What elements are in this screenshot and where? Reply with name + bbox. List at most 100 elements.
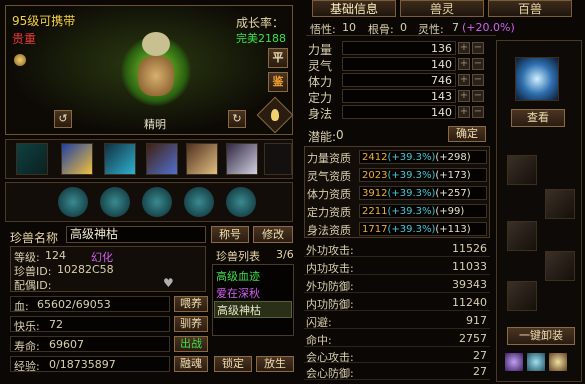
aptitude-pct: (+39.3%) — [387, 224, 436, 235]
aptitude-label: 体力资质 — [307, 188, 351, 201]
lock-button[interactable]: 锁定 — [214, 356, 252, 372]
tab-hundred-beasts[interactable]: 百兽 — [488, 0, 572, 17]
aptitude-pct: (+39.3%) — [387, 188, 436, 199]
pet-list-item-selected[interactable]: 高级神枯 — [214, 301, 292, 318]
aptitude-value-box: 1717(+39.3%)(+113) — [359, 222, 487, 236]
stat-minus-button[interactable]: − — [472, 58, 484, 70]
equipment-panel: 查看 一键卸装 — [496, 40, 582, 382]
rune-slot[interactable] — [58, 187, 88, 217]
aptitude-add: (+173) — [435, 170, 471, 181]
happy-bar: 快乐: 72 — [10, 316, 170, 333]
soul-fuse-button[interactable]: 融魂 — [174, 356, 208, 372]
potential-value: 0 — [336, 128, 344, 142]
stat-minus-button[interactable]: − — [472, 42, 484, 54]
wuxing-value: 10 — [342, 21, 356, 34]
stat-value: 140 — [342, 57, 456, 71]
pet-list-title: 珍兽列表 — [216, 250, 260, 263]
lingxing-label: 灵性: — [418, 23, 444, 36]
combat-value: 27 — [473, 365, 487, 378]
battle-button[interactable]: 出战 — [174, 336, 208, 352]
stat-value: 143 — [342, 89, 456, 103]
skill-slot[interactable] — [61, 143, 93, 175]
stat-plus-button[interactable]: + — [458, 106, 470, 118]
unequip-all-button[interactable]: 一键卸装 — [507, 327, 575, 345]
pet-list-item[interactable]: 高级血迹 — [216, 268, 260, 284]
equip-slot[interactable] — [545, 251, 575, 281]
stats-panel: 力量 136 + − 灵气 140 + − 体力 746 + − 定力 143 … — [306, 40, 492, 122]
equip-slot[interactable] — [545, 189, 575, 219]
pet-list-item[interactable]: 爱在深秋 — [216, 285, 260, 301]
tab-beast-spirit[interactable]: 兽灵 — [400, 0, 484, 17]
stat-minus-button[interactable]: − — [472, 90, 484, 102]
aptitude-base: 1717 — [362, 224, 388, 235]
rune-icon — [527, 353, 545, 371]
stat-value: 140 — [342, 105, 456, 119]
tab-basic-info[interactable]: 基础信息 — [312, 0, 396, 17]
rune-slot[interactable] — [184, 187, 214, 217]
pet-info-box: 等级: 124 幻化 珍兽ID: 10282C58 配偶ID: ♥ — [10, 246, 206, 292]
rune-row — [5, 182, 293, 222]
combat-row: 内功攻击: 11033 — [304, 258, 490, 275]
stat-minus-button[interactable]: − — [472, 74, 484, 86]
title-button[interactable]: 称号 — [211, 226, 249, 243]
aptitude-base: 2211 — [362, 206, 388, 217]
aptitude-label: 力量资质 — [307, 152, 351, 165]
hp-label: 血: — [14, 300, 29, 313]
skill-slot[interactable] — [104, 143, 136, 175]
combat-row: 会心防御: 27 — [304, 364, 490, 380]
view-button[interactable]: 查看 — [511, 109, 565, 127]
combat-value: 11033 — [452, 260, 487, 273]
skill-slot[interactable] — [186, 143, 218, 175]
equip-slot[interactable] — [507, 155, 537, 185]
aptitude-pct: (+39.3%) — [387, 170, 436, 181]
combat-row: 内功防御: 11240 — [304, 294, 490, 311]
aptitude-pct: (+39.3%) — [387, 206, 436, 217]
pet-name-input[interactable]: 高级神枯 — [66, 226, 206, 243]
level-value: 124 — [45, 249, 66, 262]
combat-label: 内功攻击: — [306, 262, 354, 275]
pet-list-count: 3/6 — [276, 248, 294, 261]
ping-button[interactable]: 平 — [268, 48, 288, 68]
stat-plus-button[interactable]: + — [458, 90, 470, 102]
skill-row — [5, 139, 293, 179]
combat-label: 内功防御: — [306, 298, 354, 311]
equip-slot[interactable] — [507, 281, 537, 311]
equip-slot[interactable] — [507, 221, 537, 251]
aptitude-base: 3912 — [362, 188, 388, 199]
skill-slot[interactable] — [146, 143, 178, 175]
life-value: 69607 — [49, 338, 84, 351]
combat-label: 闪避: — [306, 316, 332, 329]
combat-row: 闪避: 917 — [304, 312, 490, 329]
pet-id-value: 10282C58 — [57, 263, 114, 276]
rune-slot[interactable] — [142, 187, 172, 217]
release-button[interactable]: 放生 — [256, 356, 294, 372]
skill-slot[interactable] — [16, 143, 48, 175]
empty-skill-slot[interactable] — [264, 143, 292, 175]
jian-button[interactable]: 鉴 — [268, 72, 288, 92]
stat-minus-button[interactable]: − — [472, 106, 484, 118]
rotate-left-button[interactable]: ↺ — [54, 110, 72, 128]
aptitude-label: 定力资质 — [307, 206, 351, 219]
rune-slot[interactable] — [226, 187, 256, 217]
tame-button[interactable]: 驯养 — [174, 316, 208, 332]
modify-button[interactable]: 修改 — [253, 226, 293, 243]
exp-label: 经验: — [14, 360, 40, 373]
combat-value: 39343 — [452, 278, 487, 291]
stat-plus-button[interactable]: + — [458, 74, 470, 86]
aptitude-add: (+99) — [435, 206, 465, 217]
aptitude-panel: 力量资质 2412(+39.3%)(+298) 灵气资质 2023(+39.3%… — [304, 146, 490, 238]
pet-portrait-panel: 95级可携带 贵重 成长率： 完美2188 平 鉴 ↺ 精明 ↻ — [5, 5, 294, 135]
stat-plus-button[interactable]: + — [458, 58, 470, 70]
stat-plus-button[interactable]: + — [458, 42, 470, 54]
stat-label: 身法 — [308, 107, 333, 121]
rotate-right-button[interactable]: ↻ — [228, 110, 246, 128]
feed-button[interactable]: 喂养 — [174, 296, 208, 312]
skill-slot[interactable] — [226, 143, 258, 175]
aptitude-add: (+113) — [435, 224, 471, 235]
aptitude-value-box: 3912(+39.3%)(+257) — [359, 186, 487, 200]
growth-label: 成长率： — [236, 16, 285, 30]
rune-slot[interactable] — [100, 187, 130, 217]
spirit-crystal-slot[interactable] — [515, 57, 559, 101]
confirm-button[interactable]: 确定 — [448, 126, 486, 142]
aptitude-value-box: 2023(+39.3%)(+173) — [359, 168, 487, 182]
